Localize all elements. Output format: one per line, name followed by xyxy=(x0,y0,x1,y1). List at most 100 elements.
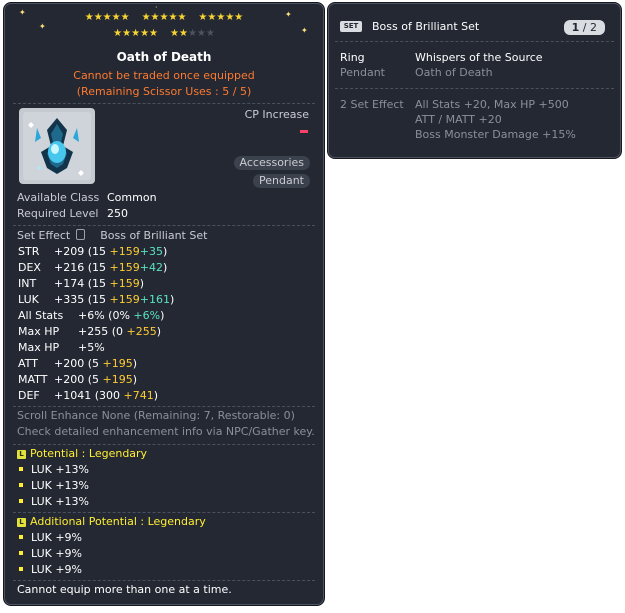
bullet-icon xyxy=(19,483,23,487)
stat-close: ) xyxy=(162,245,168,258)
star-filled-icon: ★ xyxy=(178,28,188,39)
stat-row: INT +174 (15 +159) xyxy=(18,277,144,290)
set-info-icon[interactable] xyxy=(75,229,85,240)
stat-bonus: +195 xyxy=(102,373,133,386)
potential-line: LUK +13% xyxy=(19,495,89,508)
bullet-icon xyxy=(19,551,23,555)
star-group: ★★★★★ xyxy=(170,28,215,39)
potential-header: L Potential : Legendary xyxy=(17,447,147,460)
stat-total: +216 xyxy=(54,261,85,274)
stat-extra: +6% xyxy=(133,309,161,322)
star-filled-icon: ★ xyxy=(170,28,179,39)
additional-potential-title: Additional Potential : Legendary xyxy=(30,515,206,528)
additional-potential-line-text: LUK +9% xyxy=(31,563,83,576)
stat-name: DEF xyxy=(18,389,40,402)
stat-name: LUK xyxy=(18,293,39,306)
stat-base: (15 xyxy=(87,293,107,306)
set-effect-line: ATT / MATT +20 xyxy=(415,113,502,126)
stat-close: ) xyxy=(160,309,165,322)
legendary-badge-icon: L xyxy=(17,518,26,527)
star-filled-icon: ★ xyxy=(120,12,130,23)
potential-line: LUK +13% xyxy=(19,479,89,492)
star-force-row-2: ★★★★★ ★★★★★ xyxy=(5,29,323,39)
stat-total: +1041 xyxy=(54,389,92,402)
required-level-value: 250 xyxy=(107,207,128,220)
stat-close: ) xyxy=(169,293,175,306)
set-page-indicator[interactable]: 1 / 2 xyxy=(563,20,605,35)
set-title: Boss of Brilliant Set xyxy=(372,20,480,33)
stat-bonus: +159 xyxy=(109,261,140,274)
set-piece-slot: Ring xyxy=(340,51,365,64)
set-effect-line: All Stats +20, Max HP +500 xyxy=(415,98,569,111)
stat-base: (5 xyxy=(87,373,100,386)
stat-name: Max HP xyxy=(18,325,60,338)
sparkle-icon: · xyxy=(155,3,158,12)
divider xyxy=(335,88,614,89)
star-force-row-1: ★★★★★ ★★★★★ ★★★★★ xyxy=(5,13,323,23)
stat-name: INT xyxy=(18,277,37,290)
bullet-icon xyxy=(19,467,23,471)
set-page-total: 2 xyxy=(590,21,597,34)
star-empty-icon: ★ xyxy=(205,28,215,39)
star-filled-icon: ★ xyxy=(150,12,160,23)
set-piece-name: Oath of Death xyxy=(415,66,493,79)
stat-base: (0 xyxy=(111,325,124,338)
stat-total: +255 xyxy=(78,325,109,338)
set-page-separator: / xyxy=(582,21,587,34)
set-effect-tier-label: 2 Set Effect xyxy=(340,98,404,111)
stat-name: DEX xyxy=(18,261,41,274)
additional-potential-line: LUK +9% xyxy=(19,563,82,576)
stat-total: +209 xyxy=(54,245,85,258)
stat-name: MATT xyxy=(18,373,48,386)
star-filled-icon: ★ xyxy=(113,28,123,39)
set-effect-value: Boss of Brilliant Set xyxy=(100,229,208,242)
required-level-row: Required Level 250 xyxy=(17,207,128,220)
potential-title: Potential : Legendary xyxy=(30,447,148,460)
star-group: ★★★★★ xyxy=(142,12,187,23)
set-piece-slot: Pendant xyxy=(340,66,385,79)
potential-line: LUK +13% xyxy=(19,463,89,476)
divider xyxy=(13,225,315,226)
stat-close: ) xyxy=(153,389,159,402)
stat-total: +200 xyxy=(54,357,85,370)
bullet-icon xyxy=(19,535,23,539)
star-group: ★★★★★ xyxy=(85,12,130,23)
stat-base: (5 xyxy=(87,357,100,370)
stat-base: (0% xyxy=(108,309,130,322)
stat-close: ) xyxy=(139,277,145,290)
available-class-row: Available Class Common xyxy=(17,191,157,204)
stat-name: STR xyxy=(18,245,40,258)
star-filled-icon: ★ xyxy=(102,12,112,23)
stat-row: LUK +335 (15 +159+161) xyxy=(18,293,174,306)
pendant-icon xyxy=(23,112,91,180)
required-level-label: Required Level xyxy=(17,207,99,220)
stat-bonus: +159 xyxy=(109,293,140,306)
stat-row: STR +209 (15 +159+35) xyxy=(18,245,167,258)
stat-total: +335 xyxy=(54,293,85,306)
stat-total: +174 xyxy=(54,277,85,290)
stat-base: (15 xyxy=(87,277,107,290)
stat-name: All Stats xyxy=(18,309,64,322)
bullet-icon xyxy=(19,499,23,503)
set-tooltip: SET Boss of Brilliant Set 1 / 2 Ring Whi… xyxy=(329,4,620,157)
stat-row: ATT +200 (5 +195) xyxy=(18,357,137,370)
star-filled-icon: ★ xyxy=(216,12,226,23)
stat-bonus: +255 xyxy=(126,325,157,338)
stat-base: (15 xyxy=(87,245,107,258)
star-empty-icon: ★ xyxy=(196,28,206,39)
set-badge-icon: SET xyxy=(340,21,362,32)
star-empty-icon: ★ xyxy=(187,28,197,39)
star-filled-icon: ★ xyxy=(177,12,187,23)
set-effect-label: Set Effect xyxy=(17,229,71,242)
star-group: ★★★★★ xyxy=(198,12,243,23)
available-class-value: Common xyxy=(107,191,157,204)
category-tag: Accessories xyxy=(233,156,310,170)
star-filled-icon: ★ xyxy=(225,12,235,23)
stat-total: +5% xyxy=(78,341,105,354)
stat-name: Max HP xyxy=(18,341,60,354)
stat-row: All Stats +6% (0% +6%) xyxy=(18,309,164,322)
stat-row: MATT +200 (5 +195) xyxy=(18,373,137,386)
available-class-label: Available Class xyxy=(17,191,100,204)
equip-limit-note: Cannot equip more than one at a time. xyxy=(17,583,232,596)
item-icon-frame xyxy=(19,108,95,184)
